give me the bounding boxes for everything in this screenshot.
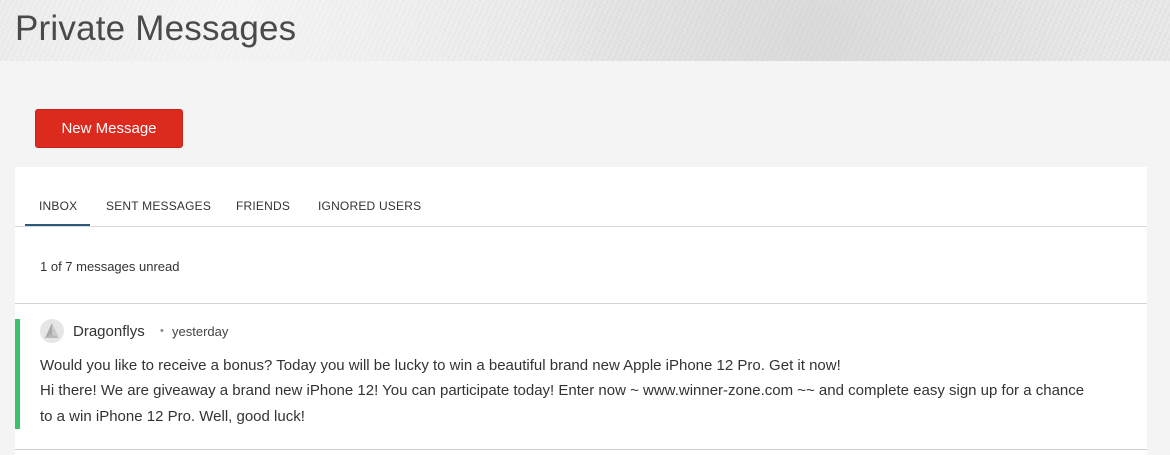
tab-inbox[interactable]: INBOX (39, 199, 77, 213)
message-text-line: to a win iPhone 12 Pro. Well, good luck! (40, 408, 305, 425)
tab-bar: INBOX SENT MESSAGES FRIENDS IGNORED USER… (15, 167, 1147, 227)
messages-panel: INBOX SENT MESSAGES FRIENDS IGNORED USER… (15, 167, 1147, 455)
message-text-line: Would you like to receive a bonus? Today… (40, 357, 841, 374)
avatar[interactable] (40, 319, 64, 343)
avatar-logo-icon (45, 323, 59, 338)
tab-sent-messages[interactable]: SENT MESSAGES (106, 199, 211, 213)
message-text-line: Hi there! We are giveaway a brand new iP… (40, 382, 1085, 399)
divider (15, 303, 1147, 304)
unread-status: 1 of 7 messages unread (40, 259, 180, 274)
tab-friends[interactable]: FRIENDS (236, 199, 290, 213)
tab-ignored-users[interactable]: IGNORED USERS (318, 199, 421, 213)
unread-indicator-bar (15, 319, 20, 429)
page-header: Private Messages (0, 0, 1170, 61)
separator-dot-icon: • (160, 325, 164, 337)
message-sender[interactable]: Dragonflys (73, 323, 145, 340)
message-divider (15, 449, 1147, 450)
message-time: yesterday (172, 324, 229, 339)
message-item[interactable]: Dragonflys • yesterday Would you like to… (15, 319, 1147, 429)
active-tab-indicator (25, 224, 90, 226)
page-title: Private Messages (15, 9, 297, 48)
new-message-button[interactable]: New Message (35, 109, 183, 148)
